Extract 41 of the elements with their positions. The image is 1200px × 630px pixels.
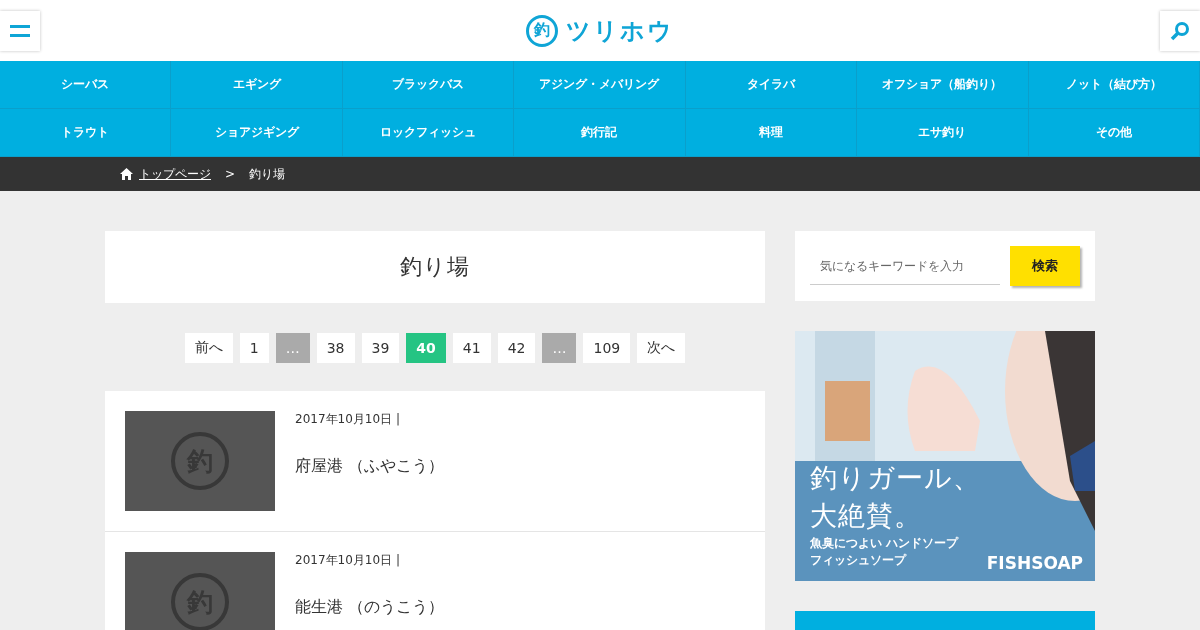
menu-button[interactable]	[0, 10, 40, 51]
menu-icon	[10, 22, 30, 39]
post-title[interactable]: 能生港 （のうこう）	[295, 597, 445, 618]
post-date: 2017年10月10日 |	[295, 411, 401, 428]
page-ellipsis[interactable]: …	[542, 333, 577, 363]
search-bar[interactable]: 気になるキーワードを入力 検索	[795, 231, 1095, 301]
nav-item[interactable]: ブラックバス	[342, 61, 515, 109]
page-link[interactable]: 42	[497, 333, 536, 363]
nav-item[interactable]: タイラバ	[685, 61, 858, 109]
breadcrumb-current: 釣り場	[249, 165, 286, 183]
logo-text[interactable]: ツリホウ	[566, 14, 674, 47]
page-link[interactable]: 40	[406, 333, 446, 363]
nav-item[interactable]: シーバス	[0, 61, 172, 109]
banner-headline: 大絶賛。	[810, 499, 923, 533]
breadcrumb-separator: >	[225, 167, 236, 181]
post-date: 2017年10月10日 |	[295, 552, 401, 569]
page-link[interactable]: 41	[452, 333, 491, 363]
nav-item[interactable]: エギング	[171, 61, 343, 109]
page-link[interactable]: 38	[316, 333, 355, 363]
banner-subtitle: フィッシュソープ	[810, 552, 908, 569]
ad-banner[interactable]: 釣りガール、 大絶賛。 魚臭につよい ハンドソープ フィッシュソープ FISHSOAP	[795, 331, 1095, 581]
post-title[interactable]: 府屋港 （ふやこう）	[295, 456, 445, 477]
home-icon	[120, 168, 133, 180]
banner-brand: FISHSOAP	[986, 553, 1083, 573]
page-link[interactable]: 次へ	[637, 333, 686, 363]
page-link[interactable]: 109	[583, 333, 631, 363]
page-link[interactable]: 1	[239, 333, 269, 363]
banner-subtitle: 魚臭につよい ハンドソープ	[810, 535, 960, 552]
nav-item[interactable]: オフショア（船釣り）	[857, 61, 1029, 109]
logo-mark: 釣	[526, 14, 558, 47]
home-link[interactable]: トップページ	[120, 165, 211, 183]
nav-item[interactable]: ノット（結び方）	[1028, 61, 1200, 109]
page-ellipsis[interactable]: …	[275, 333, 310, 363]
page-link[interactable]: 前へ	[184, 333, 233, 363]
search-submit-button[interactable]: 検索	[1010, 246, 1080, 286]
banner-headline: 釣りガール、	[810, 461, 981, 495]
page-link[interactable]: 39	[361, 333, 400, 363]
page-title: 釣り場	[105, 231, 765, 303]
search-icon	[1170, 20, 1190, 41]
nav-item[interactable]: アジング・メバリング	[514, 61, 686, 109]
search-button[interactable]	[1160, 10, 1200, 51]
